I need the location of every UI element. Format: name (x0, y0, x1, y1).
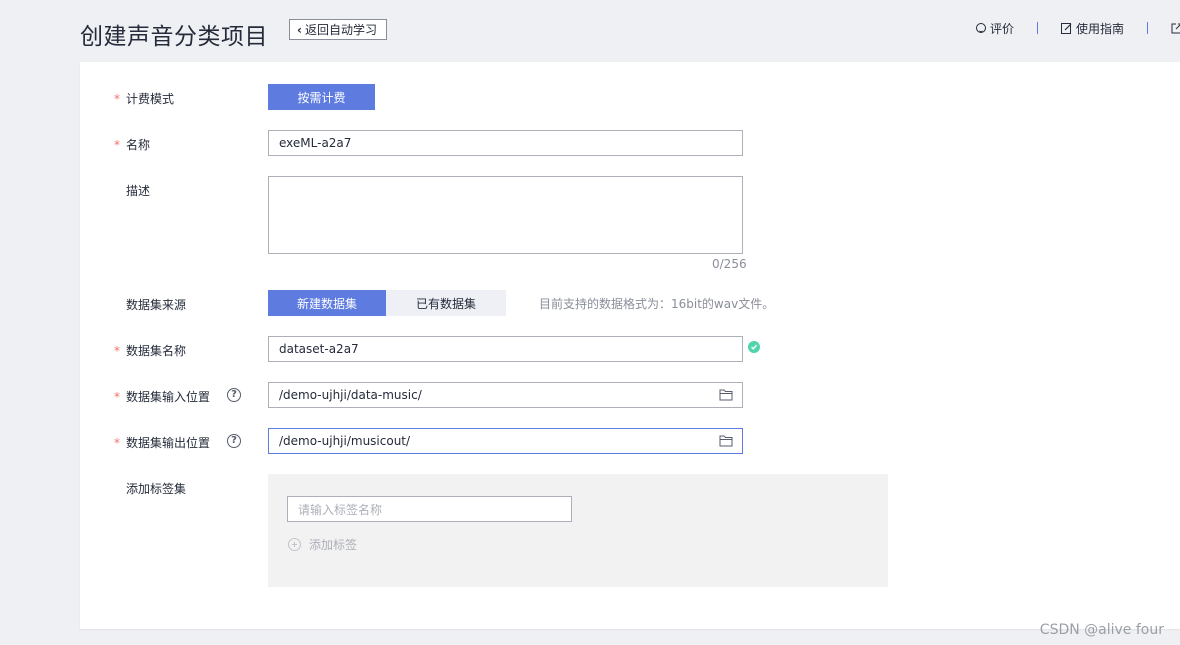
required-mark: * (114, 343, 120, 358)
description-label: 描述 (126, 184, 151, 198)
top-actions: 评价 使用指南 (975, 20, 1180, 37)
watermark: CSDN @alive four (1039, 622, 1164, 638)
required-mark: * (114, 435, 120, 450)
name-label-text: 名称 (126, 138, 151, 152)
plus-circle-icon (288, 538, 301, 551)
help-circle-icon[interactable]: ? (227, 388, 241, 402)
required-mark: * (114, 137, 120, 152)
billing-on-demand-button[interactable]: 按需计费 (268, 84, 375, 110)
page-title: 创建声音分类项目 (80, 24, 268, 50)
output-location-label-text: 数据集输出位置 (126, 436, 211, 450)
dataset-name-label-text: 数据集名称 (126, 344, 187, 358)
dataset-format-hint: 目前支持的数据格式为：16bit的wav文件。 (539, 297, 775, 311)
divider (1036, 22, 1038, 34)
back-to-automl-button[interactable]: ‹ 返回自动学习 (289, 19, 387, 40)
form-card: * 计费模式 按需计费 * 名称 exeML-a2a7 描述 0/256 数据集… (80, 62, 1180, 629)
help-circle-icon[interactable]: ? (227, 434, 241, 448)
folder-icon[interactable] (719, 389, 733, 401)
external-link[interactable] (1171, 23, 1180, 34)
required-mark: * (114, 91, 120, 106)
edit-doc-icon (1060, 22, 1072, 34)
chevron-left-icon: ‹ (297, 22, 302, 37)
guide-label: 使用指南 (1075, 21, 1124, 36)
check-circle-icon (748, 341, 760, 353)
new-dataset-tab[interactable]: 新建数据集 (268, 290, 386, 316)
labels-label: 添加标签集 (126, 482, 187, 496)
existing-dataset-tab[interactable]: 已有数据集 (386, 290, 506, 316)
label-name-input[interactable]: 请输入标签名称 (287, 496, 572, 522)
required-mark: * (114, 389, 120, 404)
back-button-label: 返回自动学习 (304, 23, 377, 37)
billing-label-text: 计费模式 (126, 92, 175, 106)
input-location-label: * 数据集输入位置 (114, 388, 211, 405)
review-label: 评价 (989, 21, 1014, 36)
add-label-button[interactable]: 添加标签 (288, 536, 357, 553)
dataset-source-label: 数据集来源 (126, 298, 187, 312)
billing-label: * 计费模式 (114, 90, 175, 107)
dataset-name-label: * 数据集名称 (114, 342, 187, 359)
page-header: 创建声音分类项目 ‹ 返回自动学习 评价 使用指南 (0, 0, 1180, 62)
external-link-icon (1171, 23, 1180, 34)
smiley-icon (975, 23, 986, 33)
folder-icon[interactable] (719, 435, 733, 447)
guide-link[interactable]: 使用指南 (1060, 20, 1124, 37)
output-location-label: * 数据集输出位置 (114, 434, 211, 451)
label-set-panel: 请输入标签名称 添加标签 (268, 474, 888, 587)
description-textarea[interactable] (268, 176, 743, 254)
input-location-input[interactable]: /demo-ujhji/data-music/ (268, 382, 743, 408)
output-location-input[interactable]: /demo-ujhji/musicout/ (268, 428, 743, 454)
dataset-name-input[interactable]: dataset-a2a7 (268, 336, 743, 362)
description-counter: 0/256 (712, 257, 747, 271)
review-link[interactable]: 评价 (975, 20, 1014, 37)
add-label-text: 添加标签 (309, 538, 358, 552)
divider (1147, 22, 1148, 34)
input-location-label-text: 数据集输入位置 (126, 390, 211, 404)
name-input[interactable]: exeML-a2a7 (268, 130, 743, 156)
name-label: * 名称 (114, 136, 151, 153)
